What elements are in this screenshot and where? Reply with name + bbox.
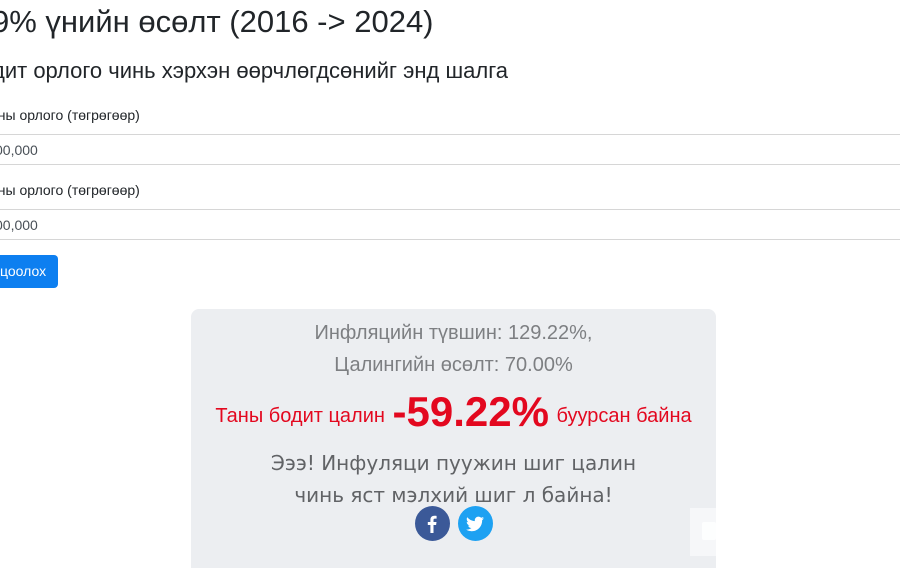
real-wage-result: Таны бодит цалин -59.22% буурсан байна (191, 389, 716, 439)
real-wage-change-value: -59.22% (392, 388, 549, 435)
inflation-rate-text: Инфляцийн түвшин: 129.22%, (314, 322, 593, 344)
start-income-input[interactable] (0, 134, 900, 165)
twitter-icon (466, 516, 484, 531)
page: 9% үнийн өсөлт (2016 -> 2024) дит орлого… (0, 0, 900, 568)
end-income-label: оны орлого (төгрөгөөр) (0, 182, 140, 198)
facebook-icon (427, 515, 437, 533)
page-subtitle: дит орлого чинь хэрхэн өөрчлөгдсөнийг эн… (0, 58, 508, 83)
result-comment: Эээ! Инфуляци пуужин шиг цалин чинь яст … (270, 451, 637, 507)
twitter-share-button[interactable] (457, 506, 493, 541)
watermark-icon (702, 522, 716, 540)
real-wage-suffix: буурсан байна (556, 405, 692, 427)
start-income-label: оны орлого (төгрөгөөр) (0, 107, 140, 123)
watermark-overlay (690, 508, 730, 556)
wage-growth-text: Цалингийн өсөлт: 70.00% (334, 354, 573, 376)
calculate-button[interactable]: цоолох (0, 255, 59, 288)
end-income-input[interactable] (0, 209, 900, 240)
page-title: 9% үнийн өсөлт (2016 -> 2024) (0, 4, 434, 39)
result-card: Инфляцийн түвшин: 129.22%, Цалингийн өсө… (191, 309, 716, 568)
share-buttons (191, 506, 716, 541)
facebook-share-button[interactable] (414, 506, 450, 541)
real-wage-prefix: Таны бодит цалин (215, 405, 385, 427)
